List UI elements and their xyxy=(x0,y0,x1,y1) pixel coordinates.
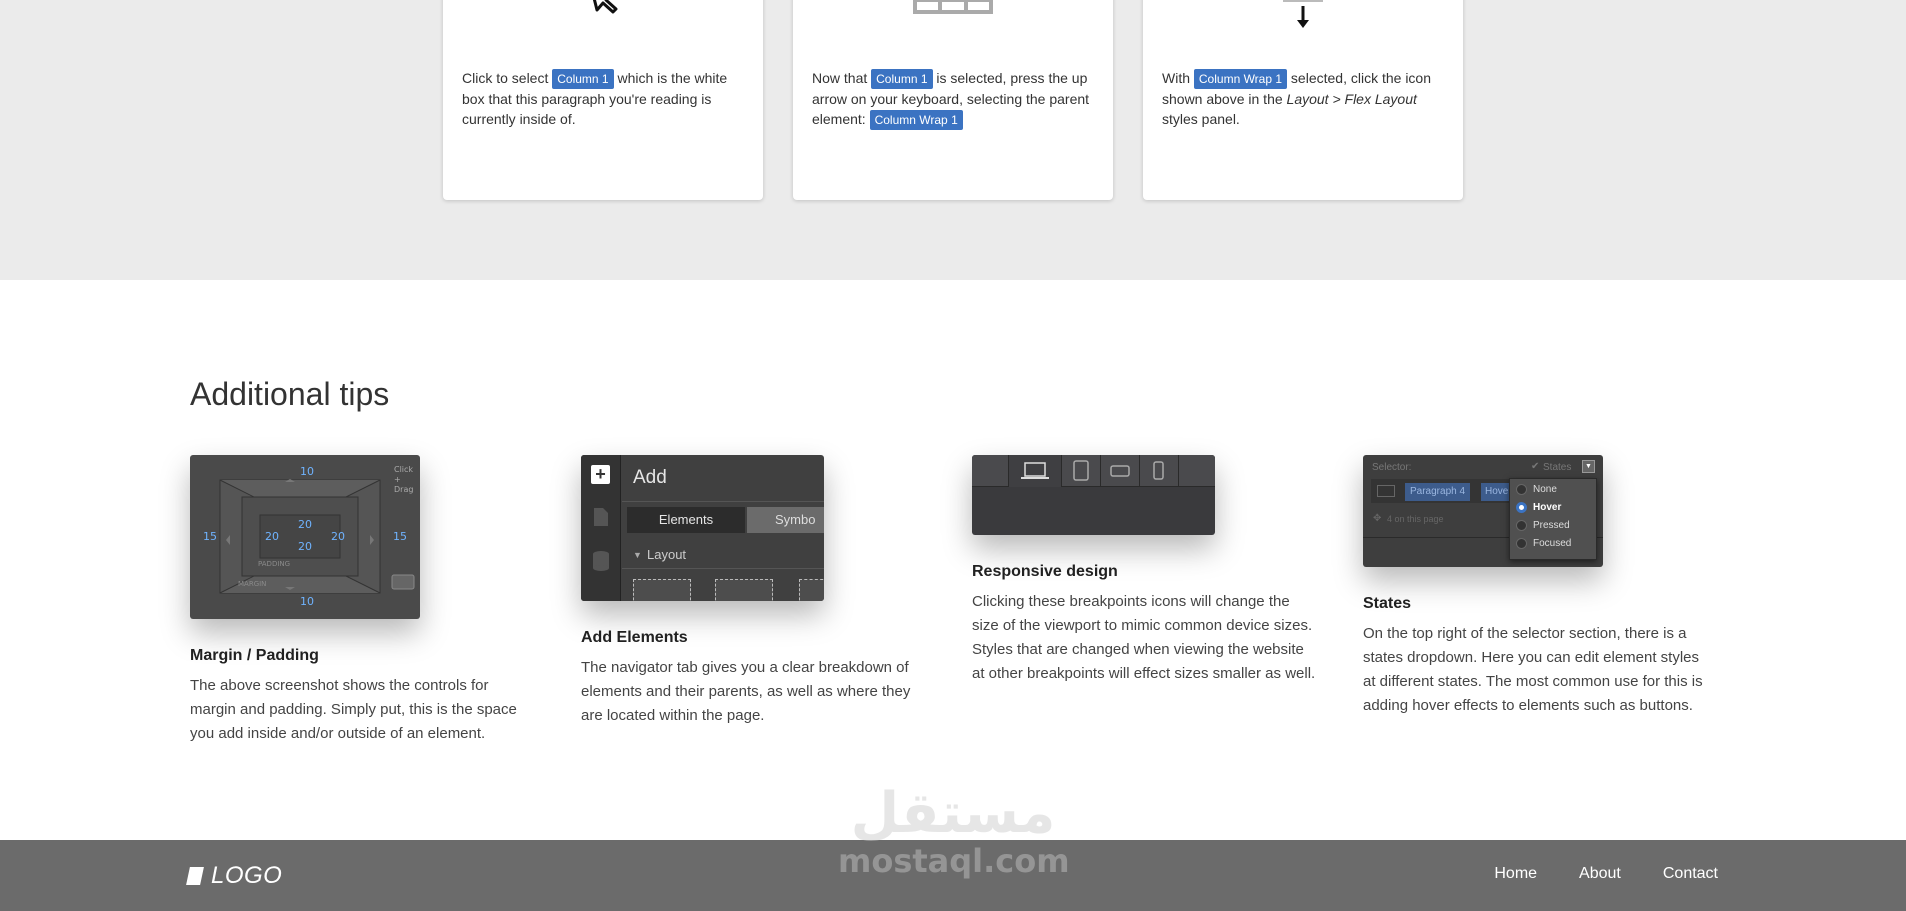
tip-heading: Margin / Padding xyxy=(190,647,319,664)
tab-symbols[interactable]: Symbo xyxy=(747,507,824,533)
nav-contact[interactable]: Contact xyxy=(1663,865,1718,883)
tip-responsive-design: Responsive design Clicking these breakpo… xyxy=(972,455,1322,686)
margin-left-value[interactable]: 15 xyxy=(203,530,217,543)
states-dropdown-menu: None Hover Pressed Focused xyxy=(1509,478,1597,560)
on-page-count: 4 on this page xyxy=(1387,514,1444,524)
tag-column-wrap-1: Column Wrap 1 xyxy=(869,110,963,130)
tag-column-1: Column 1 xyxy=(871,69,933,89)
add-plus-icon[interactable]: + xyxy=(591,465,610,484)
tips-title: Additional tips xyxy=(190,376,390,412)
selector-label: Selector: xyxy=(1372,462,1412,473)
tip-margin-padding: 10 10 15 15 20 20 20 20 PADDING MARGIN C… xyxy=(190,455,540,746)
margin-label: MARGIN xyxy=(238,580,267,588)
watermark-arabic: مستقل xyxy=(850,781,1056,846)
layout-block-1[interactable] xyxy=(633,579,691,601)
padding-top-value[interactable]: 20 xyxy=(298,518,312,531)
margin-bottom-value[interactable]: 10 xyxy=(300,595,314,608)
logo-mark-icon xyxy=(186,867,204,885)
radio-icon xyxy=(1516,520,1527,531)
tip-body: Clicking these breakpoints icons will ch… xyxy=(972,593,1316,682)
tag-column-1: Column 1 xyxy=(552,69,614,89)
tip-heading: Responsive design xyxy=(972,563,1118,580)
step-text-1: Click to select Column 1 which is the wh… xyxy=(462,69,728,127)
states-screenshot: Selector: ✔ States ▼ Paragraph 4 Hove ✥ … xyxy=(1363,455,1603,567)
logo-text: LOGO xyxy=(211,862,283,889)
columns-grid-icon xyxy=(913,0,993,14)
margin-top-value[interactable]: 10 xyxy=(300,465,314,478)
state-option-hover[interactable]: Hover xyxy=(1516,502,1561,513)
tab-elements[interactable]: Elements xyxy=(627,507,745,533)
margin-padding-screenshot: 10 10 15 15 20 20 20 20 PADDING MARGIN C… xyxy=(190,455,420,619)
cms-icon[interactable] xyxy=(592,550,610,572)
padding-label: PADDING xyxy=(258,560,291,568)
step-card-2: Now that Column 1 is selected, press the… xyxy=(793,0,1113,200)
padding-right-value[interactable]: 20 xyxy=(331,530,345,543)
tip-body: The above screenshot shows the controls … xyxy=(190,677,517,742)
cursor-icon xyxy=(592,0,618,14)
breakpoints-screenshot xyxy=(972,455,1215,535)
tip-heading: States xyxy=(1363,595,1412,612)
tag-column-wrap-1: Column Wrap 1 xyxy=(1193,69,1288,89)
mobile-landscape-breakpoint-icon[interactable] xyxy=(1101,455,1139,487)
padding-left-value[interactable]: 20 xyxy=(265,530,279,543)
add-elements-screenshot: + Add Elements Symbo ▼ Layout xyxy=(581,455,824,601)
layout-section[interactable]: Layout xyxy=(647,547,686,562)
tip-heading: Add Elements xyxy=(581,629,688,646)
state-option-focused[interactable]: Focused xyxy=(1516,538,1571,549)
footer-nav: Home About Contact xyxy=(1494,865,1718,883)
nav-about[interactable]: About xyxy=(1579,865,1621,883)
tip-add-elements: + Add Elements Symbo ▼ Layout Add Elemen… xyxy=(581,455,931,728)
layout-block-2[interactable] xyxy=(715,579,773,601)
states-dropdown-button[interactable]: ▼ xyxy=(1582,460,1595,473)
tip-states: Selector: ✔ States ▼ Paragraph 4 Hove ✥ … xyxy=(1363,455,1713,718)
flex-down-arrow-icon xyxy=(1283,0,1323,28)
padding-bottom-value[interactable]: 20 xyxy=(298,540,312,553)
pages-icon[interactable] xyxy=(593,507,609,527)
desktop-breakpoint-icon[interactable] xyxy=(1009,455,1061,487)
states-label: States xyxy=(1543,462,1572,473)
check-icon: ✔ xyxy=(1531,461,1540,472)
logo-link[interactable]: LOGO xyxy=(186,862,283,890)
state-option-pressed[interactable]: Pressed xyxy=(1516,520,1570,531)
steps-section: Click to select Column 1 which is the wh… xyxy=(0,0,1906,280)
radio-icon xyxy=(1516,538,1527,549)
selector-chip-hover[interactable]: Hove xyxy=(1481,483,1513,501)
step-text-3: With Column Wrap 1 selected, click the i… xyxy=(1162,69,1432,127)
selector-chip-paragraph[interactable]: Paragraph 4 xyxy=(1405,483,1471,501)
radio-icon xyxy=(1516,484,1527,495)
step-card-3: With Column Wrap 1 selected, click the i… xyxy=(1143,0,1463,200)
tablet-breakpoint-icon[interactable] xyxy=(1062,455,1100,487)
tip-body: The navigator tab gives you a clear brea… xyxy=(581,659,911,724)
margin-right-value[interactable]: 15 xyxy=(393,530,407,543)
mobile-portrait-breakpoint-icon[interactable] xyxy=(1140,455,1178,487)
add-panel-title: Add xyxy=(633,467,667,488)
site-footer: LOGO Home About Contact xyxy=(0,840,1906,911)
layout-block-3[interactable] xyxy=(799,579,824,601)
target-icon: ✥ xyxy=(1373,513,1382,524)
nav-home[interactable]: Home xyxy=(1494,865,1537,883)
element-type-icon xyxy=(1377,485,1395,497)
chevron-down-icon: ▼ xyxy=(633,550,642,560)
step-text-2: Now that Column 1 is selected, press the… xyxy=(812,68,1094,130)
step-card-1: Click to select Column 1 which is the wh… xyxy=(443,0,763,200)
radio-selected-icon xyxy=(1516,502,1527,513)
tip-body: On the top right of the selector section… xyxy=(1363,625,1703,714)
drag-hint: Click + Drag xyxy=(394,465,414,494)
state-option-none[interactable]: None xyxy=(1516,484,1557,495)
